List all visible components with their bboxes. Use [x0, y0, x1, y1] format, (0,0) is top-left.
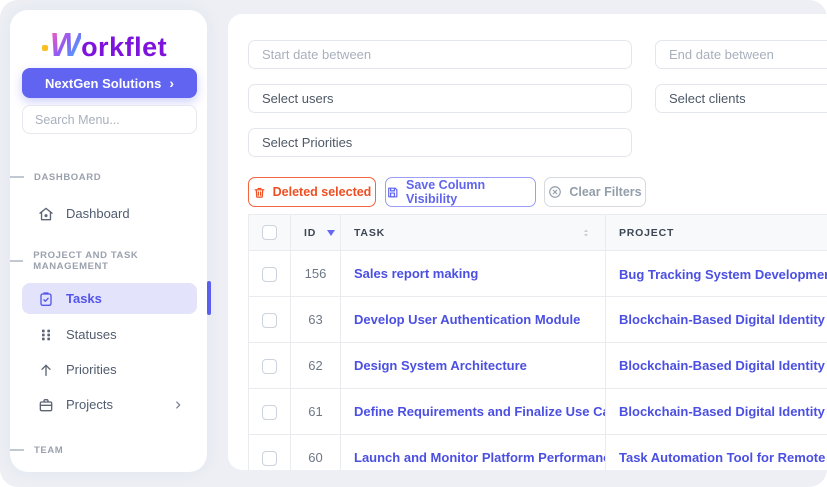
task-id: 62 — [290, 342, 341, 389]
task-link[interactable]: Develop User Authentication Module — [340, 296, 606, 343]
task-id: 61 — [290, 388, 341, 435]
row-checkbox[interactable] — [262, 266, 277, 282]
select-priorities-dropdown[interactable]: Select Priorities — [248, 128, 632, 157]
select-clients-dropdown[interactable]: Select clients — [655, 84, 827, 113]
main-panel: Select users Select clients Select Prior… — [228, 14, 827, 470]
task-id: 156 — [290, 250, 341, 297]
app-background: Workflet NextGen Solutions › DASHBOARD D… — [0, 0, 827, 487]
circle-x-icon — [549, 186, 562, 198]
task-id: 63 — [290, 296, 341, 343]
select-users-dropdown[interactable]: Select users — [248, 84, 632, 113]
row-checkbox[interactable] — [262, 358, 277, 374]
section-project-task-management: PROJECT AND TASK MANAGEMENT — [10, 250, 207, 272]
end-date-filter-input[interactable] — [655, 40, 827, 69]
section-dash-icon — [10, 260, 24, 262]
table-header-row: ID TASK PROJECT — [248, 214, 827, 251]
section-dash-icon — [10, 176, 24, 178]
section-dashboard: DASHBOARD — [10, 171, 101, 183]
column-header-id[interactable]: ID — [290, 214, 341, 251]
table-row: 60 Launch and Monitor Platform Performan… — [248, 434, 827, 470]
dots-grid-icon — [42, 329, 50, 340]
clear-filters-button[interactable]: Clear Filters — [544, 177, 646, 207]
chevron-right-icon — [176, 400, 181, 409]
sidebar-item-priorities[interactable]: Priorities — [22, 354, 197, 385]
tasks-table: ID TASK PROJECT 156 Sales report making — [248, 214, 827, 470]
column-header-project[interactable]: PROJECT — [605, 214, 827, 251]
sidebar-item-dashboard[interactable]: Dashboard — [22, 198, 197, 229]
sidebar-item-tasks[interactable]: Tasks — [22, 283, 197, 314]
table-row: 63 Develop User Authentication Module Bl… — [248, 296, 827, 343]
table-row: 62 Design System Architecture Blockchain… — [248, 342, 827, 389]
task-link[interactable]: Sales report making — [340, 250, 606, 297]
row-checkbox[interactable] — [262, 404, 277, 420]
project-link[interactable]: Task Automation Tool for Remote Teams — [605, 434, 827, 470]
task-id: 60 — [290, 434, 341, 470]
chevron-right-icon: › — [169, 74, 174, 91]
sidebar-item-projects[interactable]: Projects — [22, 389, 197, 420]
workspace-button-label: NextGen Solutions — [45, 75, 162, 91]
select-all-checkbox[interactable] — [262, 225, 277, 240]
start-date-filter-input[interactable] — [248, 40, 632, 69]
column-header-task[interactable]: TASK — [340, 214, 606, 251]
task-link[interactable]: Define Requirements and Finalize Use Cas… — [340, 388, 606, 435]
task-link[interactable]: Design System Architecture — [340, 342, 606, 389]
delete-selected-button[interactable]: Deleted selected — [248, 177, 376, 207]
home-icon — [39, 207, 53, 220]
clipboard-check-icon — [40, 291, 52, 306]
sort-desc-icon — [327, 229, 336, 236]
logo-letter-w: W — [49, 26, 82, 63]
workflet-logo: Workflet — [10, 26, 207, 75]
save-icon — [388, 187, 398, 197]
project-link[interactable]: Bug Tracking System Development — [605, 250, 827, 297]
sidebar-scrollbar-thumb[interactable] — [207, 281, 211, 315]
section-team: TEAM — [10, 444, 63, 456]
project-link[interactable]: Blockchain-Based Digital Identity System — [605, 296, 827, 343]
logo-text: orkflet — [81, 32, 168, 62]
sidebar-item-statuses[interactable]: Statuses — [22, 319, 197, 350]
table-row: 61 Define Requirements and Finalize Use … — [248, 388, 827, 435]
trash-icon — [254, 187, 265, 198]
workspace-button[interactable]: NextGen Solutions › — [22, 68, 197, 98]
save-column-visibility-button[interactable]: Save Column Visibility — [385, 177, 536, 207]
sidebar: Workflet NextGen Solutions › DASHBOARD D… — [10, 10, 207, 472]
sort-icon — [584, 228, 588, 237]
task-link[interactable]: Launch and Monitor Platform Performance — [340, 434, 606, 470]
table-row: 156 Sales report making Bug Tracking Sys… — [248, 250, 827, 297]
logo-yellow-dot-icon — [41, 45, 48, 51]
project-link[interactable]: Blockchain-Based Digital Identity System — [605, 342, 827, 389]
briefcase-icon — [39, 398, 53, 411]
project-link[interactable]: Blockchain-Based Digital Identity System — [605, 388, 827, 435]
row-checkbox[interactable] — [262, 312, 277, 328]
search-menu-input[interactable] — [22, 105, 197, 134]
arrow-up-icon — [41, 364, 51, 376]
row-checkbox[interactable] — [262, 450, 277, 466]
section-dash-icon — [10, 449, 24, 451]
